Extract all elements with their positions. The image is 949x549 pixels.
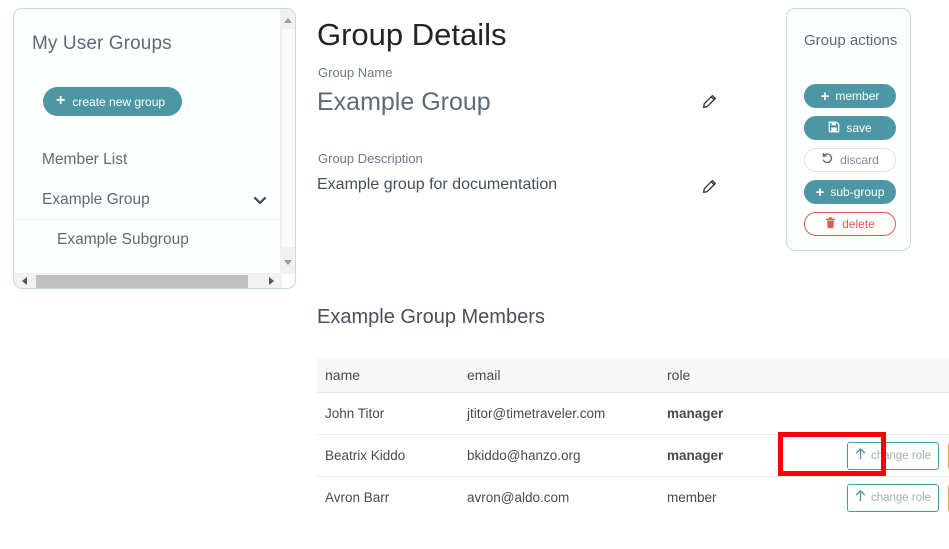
- table-row: Avron Barr avron@aldo.com member change …: [317, 477, 949, 519]
- member-actions-cell: change role: [817, 435, 949, 477]
- delete-label: delete: [842, 217, 875, 231]
- arrow-up-icon: [855, 490, 866, 505]
- edit-group-description-button[interactable]: [700, 178, 718, 196]
- undo-icon: [821, 152, 834, 168]
- member-actions-cell: change role: [817, 477, 949, 519]
- row-action-group: change role: [825, 484, 949, 512]
- pencil-icon: [700, 99, 718, 114]
- vertical-scroll-thumb[interactable]: [282, 29, 295, 247]
- create-new-group-button[interactable]: + create new group: [43, 87, 182, 116]
- member-name: Beatrix Kiddo: [317, 435, 459, 477]
- group-actions-panel: Group actions + member save discard + su…: [786, 8, 911, 251]
- scroll-up-arrow-icon[interactable]: [284, 18, 292, 23]
- change-role-label: change role: [871, 450, 931, 462]
- edit-group-name-button[interactable]: [700, 93, 718, 111]
- group-name-value: Example Group: [317, 88, 491, 117]
- panel-title: My User Groups: [32, 33, 172, 55]
- pencil-icon: [700, 184, 718, 199]
- sidebar-item-label: Example Group: [42, 191, 150, 209]
- save-icon: [828, 121, 840, 136]
- add-sub-group-button[interactable]: + sub-group: [804, 180, 896, 204]
- plus-icon: +: [56, 93, 65, 109]
- members-table-body: John Titor jtitor@timetraveler.com manag…: [317, 393, 949, 519]
- my-user-groups-panel: My User Groups + create new group Member…: [13, 8, 296, 289]
- arrow-up-icon: [855, 448, 866, 463]
- sidebar-item-member-list[interactable]: Member List: [14, 140, 282, 180]
- column-header-role: role: [659, 358, 817, 393]
- save-button[interactable]: save: [804, 116, 896, 140]
- member-role: manager: [659, 393, 817, 435]
- members-section-heading: Example Group Members: [317, 306, 545, 329]
- table-header-row: name email role: [317, 358, 949, 393]
- column-header-actions: [817, 358, 949, 393]
- trash-icon: [825, 217, 836, 232]
- plus-icon: +: [816, 185, 825, 200]
- group-name-label: Group Name: [318, 65, 392, 80]
- group-actions-title: Group actions: [804, 32, 897, 49]
- change-role-button[interactable]: change role: [847, 484, 939, 512]
- member-actions-cell: [817, 393, 949, 435]
- member-name: Avron Barr: [317, 477, 459, 519]
- sidebar-item-example-group[interactable]: Example Group: [14, 180, 282, 220]
- horizontal-scroll-thumb[interactable]: [36, 275, 248, 288]
- table-row: John Titor jtitor@timetraveler.com manag…: [317, 393, 949, 435]
- scroll-right-arrow-icon[interactable]: [269, 277, 274, 285]
- add-sub-group-label: sub-group: [830, 185, 884, 199]
- create-new-group-label: create new group: [72, 95, 165, 109]
- member-role: member: [659, 477, 817, 519]
- sidebar-vertical-scrollbar[interactable]: [280, 9, 295, 274]
- groups-scroll-viewport: My User Groups + create new group Member…: [14, 9, 282, 274]
- discard-label: discard: [840, 153, 879, 167]
- row-action-group: change role: [825, 442, 949, 470]
- sidebar-horizontal-scrollbar[interactable]: [14, 273, 282, 288]
- save-label: save: [846, 121, 871, 135]
- sidebar-item-label: Member List: [42, 151, 127, 169]
- change-role-label: change role: [871, 492, 931, 504]
- scroll-down-arrow-icon[interactable]: [284, 260, 292, 265]
- group-nav-list: Member List Example Group Example Subgro…: [14, 140, 282, 260]
- change-role-button[interactable]: change role: [847, 442, 939, 470]
- member-email: bkiddo@hanzo.org: [459, 435, 659, 477]
- member-email: jtitor@timetraveler.com: [459, 393, 659, 435]
- group-description-value: Example group for documentation: [317, 176, 557, 194]
- members-table-head: name email role: [317, 358, 949, 393]
- plus-icon: +: [821, 89, 830, 104]
- column-header-email: email: [459, 358, 659, 393]
- member-email: avron@aldo.com: [459, 477, 659, 519]
- chevron-down-icon[interactable]: [252, 192, 268, 208]
- members-table: name email role John Titor jtitor@timetr…: [317, 358, 949, 518]
- add-member-label: member: [835, 89, 879, 103]
- group-description-label: Group Description: [318, 151, 423, 166]
- scroll-left-arrow-icon[interactable]: [22, 277, 27, 285]
- table-row: Beatrix Kiddo bkiddo@hanzo.org manager c…: [317, 435, 949, 477]
- discard-button[interactable]: discard: [804, 148, 896, 172]
- page-title: Group Details: [317, 17, 507, 53]
- member-name: John Titor: [317, 393, 459, 435]
- member-role: manager: [659, 435, 817, 477]
- column-header-name: name: [317, 358, 459, 393]
- add-member-button[interactable]: + member: [804, 84, 896, 108]
- sidebar-item-label: Example Subgroup: [57, 231, 189, 249]
- delete-group-button[interactable]: delete: [804, 212, 896, 236]
- sidebar-item-example-subgroup[interactable]: Example Subgroup: [14, 220, 282, 260]
